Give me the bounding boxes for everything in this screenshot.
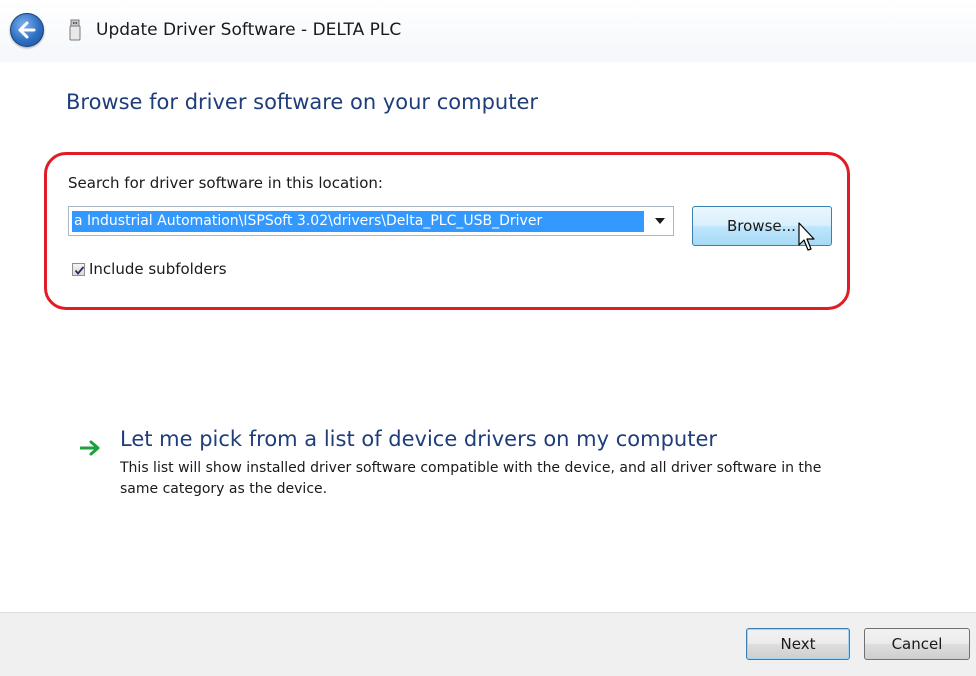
include-subfolders-option[interactable]: Include subfolders: [72, 260, 227, 278]
pick-from-list-link[interactable]: Let me pick from a list of device driver…: [120, 427, 717, 451]
path-combobox[interactable]: a Industrial Automation\ISPSoft 3.02\dri…: [68, 206, 674, 236]
green-arrow-icon: [80, 440, 100, 456]
path-input[interactable]: a Industrial Automation\ISPSoft 3.02\dri…: [72, 211, 644, 232]
page-heading: Browse for driver software on your compu…: [66, 90, 539, 114]
pick-from-list-description: This list will show installed driver sof…: [120, 460, 822, 497]
window-title: Update Driver Software - DELTA PLC: [96, 20, 402, 40]
chevron-down-icon: [655, 218, 665, 224]
include-subfolders-label: Include subfolders: [89, 260, 227, 278]
cancel-button[interactable]: Cancel: [864, 628, 970, 660]
title-bar: Update Driver Software - DELTA PLC: [0, 0, 976, 62]
mouse-cursor-icon: [798, 222, 815, 251]
search-location-label: Search for driver software in this locat…: [68, 174, 383, 192]
back-arrow-icon: [18, 21, 36, 39]
include-subfolders-checkbox[interactable]: [72, 262, 85, 276]
checkmark-icon: [74, 265, 85, 275]
dropdown-button[interactable]: [647, 207, 673, 235]
usb-device-icon: [69, 19, 81, 41]
next-button[interactable]: Next: [746, 628, 850, 660]
button-footer: Next Cancel: [0, 612, 976, 676]
back-button[interactable]: [10, 13, 44, 47]
